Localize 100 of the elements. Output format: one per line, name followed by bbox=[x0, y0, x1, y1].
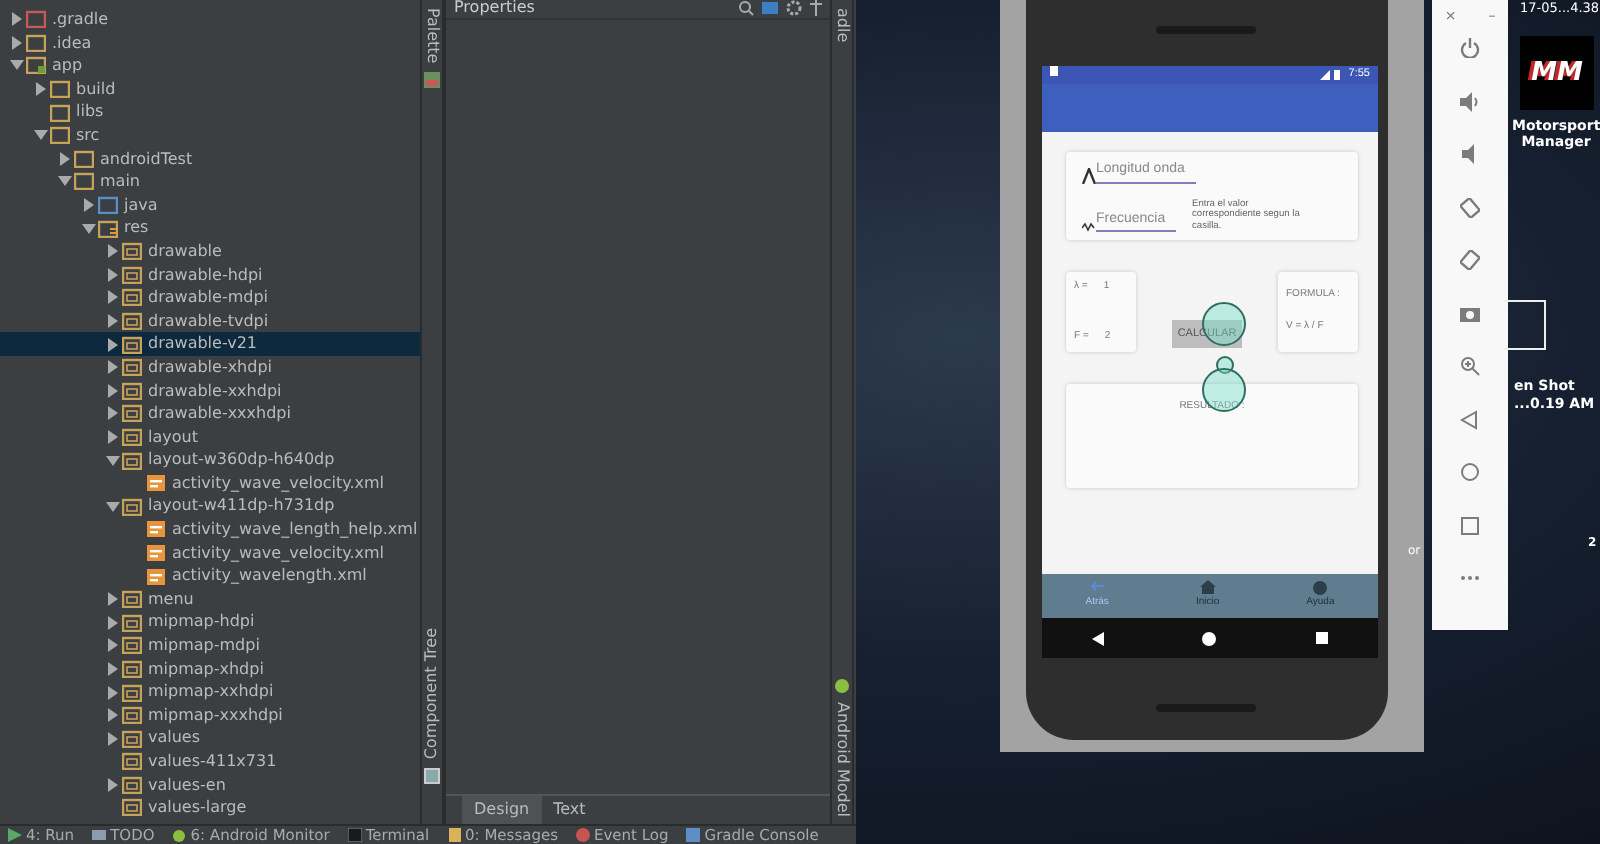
tree-item-label: drawable bbox=[148, 239, 222, 264]
tree-row[interactable]: values bbox=[0, 726, 420, 750]
tree-row[interactable]: activity_wave_velocity.xml bbox=[0, 471, 420, 495]
overview-icon[interactable] bbox=[1316, 632, 1329, 644]
tree-row[interactable]: layout-w360dp-h640dp bbox=[0, 448, 420, 472]
tree-row[interactable]: mipmap-xhdpi bbox=[0, 657, 420, 681]
xml-file-icon bbox=[146, 520, 166, 539]
tree-row[interactable]: drawable-tvdpi bbox=[0, 309, 420, 333]
folder-icon bbox=[122, 381, 142, 400]
tree-row[interactable]: activity_wavelength.xml bbox=[0, 564, 420, 588]
tree-row[interactable]: layout bbox=[0, 425, 420, 449]
triangle-down-icon[interactable] bbox=[80, 221, 98, 236]
tree-row[interactable]: main bbox=[0, 170, 420, 194]
tree-row[interactable]: app bbox=[0, 54, 420, 78]
zoom-in-icon[interactable] bbox=[1460, 356, 1480, 376]
tool-window-tab[interactable]: adle bbox=[830, 8, 854, 43]
tree-row[interactable]: drawable-hdpi bbox=[0, 263, 420, 287]
triangle-right-icon[interactable] bbox=[32, 82, 50, 97]
folder-icon bbox=[122, 706, 142, 725]
tree-item-label: mipmap-mdpi bbox=[148, 634, 260, 658]
tree-row[interactable]: mipmap-mdpi bbox=[0, 634, 420, 658]
tree-item-label: mipmap-xhdpi bbox=[148, 657, 264, 681]
tree-item-label: drawable-v21 bbox=[148, 332, 258, 356]
folder-icon bbox=[122, 636, 142, 655]
tool-window-tab[interactable]: Android Model bbox=[830, 701, 854, 816]
tree-row[interactable]: drawable bbox=[0, 239, 420, 264]
tree-row[interactable]: mipmap-xxxhdpi bbox=[0, 703, 420, 727]
rotate-right-icon[interactable] bbox=[1460, 250, 1480, 270]
tree-row[interactable]: mipmap-hdpi bbox=[0, 610, 420, 635]
folder-icon bbox=[122, 427, 142, 446]
tree-row[interactable]: activity_wave_length_help.xml bbox=[0, 518, 420, 542]
tree-row[interactable]: activity_wave_velocity.xml bbox=[0, 541, 420, 565]
tree-row[interactable]: src bbox=[0, 123, 420, 148]
pin-icon[interactable] bbox=[810, 0, 822, 16]
tree-row[interactable]: drawable-v21 bbox=[0, 332, 420, 356]
tree-item-label: values bbox=[148, 726, 201, 750]
rotate-left-icon[interactable] bbox=[1460, 197, 1480, 217]
triangle-down-icon[interactable] bbox=[104, 453, 122, 468]
help-icon[interactable] bbox=[1312, 580, 1329, 597]
messages-icon[interactable] bbox=[447, 828, 462, 842]
tree-row[interactable]: res bbox=[0, 216, 420, 240]
tree-row[interactable]: .idea bbox=[0, 31, 420, 55]
tree-item-label: activity_wave_velocity.xml bbox=[172, 541, 385, 565]
list-icon[interactable] bbox=[92, 828, 107, 842]
tree-row[interactable]: mipmap-xxhdpi bbox=[0, 680, 420, 704]
tree-item-label: .idea bbox=[52, 31, 92, 55]
folder-icon bbox=[122, 752, 142, 771]
tree-item-label: layout-w360dp-h640dp bbox=[148, 448, 335, 472]
tree-row[interactable]: androidTest bbox=[0, 147, 420, 171]
tree-row[interactable]: layout-w411dp-h731dp bbox=[0, 494, 420, 519]
tree-item-label: res bbox=[124, 216, 149, 240]
back-icon[interactable] bbox=[1091, 631, 1104, 645]
tree-row[interactable]: drawable-xhdpi bbox=[0, 355, 420, 379]
console-icon[interactable] bbox=[686, 828, 701, 842]
file-thumbnail[interactable] bbox=[1504, 300, 1546, 350]
tree-item-label: libs bbox=[76, 100, 104, 124]
folder-icon bbox=[26, 56, 46, 75]
terminal-icon[interactable] bbox=[347, 828, 362, 842]
android-icon[interactable] bbox=[834, 677, 850, 693]
editor-tab[interactable]: Text bbox=[541, 796, 598, 824]
volume-down-icon[interactable] bbox=[1460, 144, 1480, 164]
triangle-down-icon[interactable] bbox=[56, 174, 74, 189]
tree-item-label: drawable-mdpi bbox=[148, 286, 268, 310]
tree-row[interactable]: drawable-xxxhdpi bbox=[0, 402, 420, 426]
triangle-down-icon[interactable] bbox=[104, 499, 122, 514]
tree-row[interactable]: values-411x731 bbox=[0, 750, 420, 774]
tree-row[interactable]: build bbox=[0, 77, 420, 101]
tree-item-label: drawable-xxxhdpi bbox=[148, 402, 291, 426]
tool-window-tab[interactable]: Component Tree bbox=[420, 628, 444, 760]
triangle-down-icon[interactable] bbox=[8, 58, 26, 73]
triangle-right-icon[interactable] bbox=[56, 151, 74, 166]
tree-row[interactable]: drawable-xxhdpi bbox=[0, 379, 420, 403]
app-logo[interactable]: MM bbox=[1520, 36, 1594, 110]
signal-battery-icon bbox=[1320, 70, 1341, 80]
volume-up-icon[interactable] bbox=[1460, 91, 1480, 111]
settings-icon[interactable] bbox=[786, 0, 802, 16]
triangle-right-icon[interactable] bbox=[80, 198, 98, 213]
folder-icon bbox=[122, 358, 142, 377]
folder-icon bbox=[122, 288, 142, 307]
palette-icon[interactable] bbox=[424, 71, 440, 88]
tree-row[interactable]: libs bbox=[0, 100, 420, 124]
tree-row[interactable]: menu bbox=[0, 587, 420, 611]
camera-icon[interactable] bbox=[1460, 303, 1480, 323]
tree-row[interactable]: java bbox=[0, 193, 420, 217]
search-icon[interactable] bbox=[738, 0, 754, 16]
home-icon[interactable] bbox=[1202, 631, 1217, 645]
tree-row[interactable]: values-large bbox=[0, 796, 420, 820]
view-toggle-icon[interactable] bbox=[762, 0, 778, 16]
editor-tab[interactable]: Design bbox=[462, 796, 542, 824]
tree-row[interactable]: drawable-mdpi bbox=[0, 286, 420, 310]
power-icon[interactable] bbox=[1460, 38, 1480, 58]
tool-window-tab[interactable]: Palette bbox=[420, 8, 444, 64]
event-log-icon[interactable] bbox=[576, 828, 590, 842]
triangle-right-icon[interactable] bbox=[104, 777, 122, 792]
tree-row[interactable]: .gradle bbox=[0, 8, 420, 32]
tree-item-label: values-large bbox=[148, 796, 247, 820]
run-icon[interactable] bbox=[8, 828, 22, 842]
tree-row[interactable]: values-en bbox=[0, 773, 420, 797]
triangle-down-icon[interactable] bbox=[32, 128, 50, 143]
android-icon[interactable] bbox=[172, 828, 187, 842]
